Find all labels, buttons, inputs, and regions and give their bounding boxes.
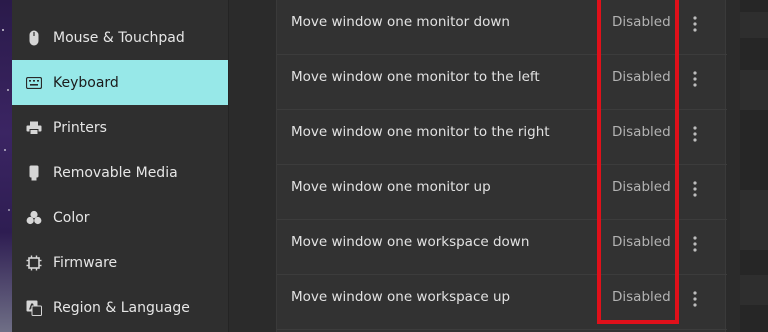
more-options-icon[interactable]: [681, 177, 709, 201]
shortcut-name: Move window one monitor up: [291, 179, 491, 195]
shortcut-name: Move window one monitor to the right: [291, 124, 550, 140]
sidebar-item-label: Removable Media: [53, 164, 178, 181]
sidebar-item-printers[interactable]: Printers: [12, 105, 228, 150]
shortcut-row[interactable]: Move window one workspace up Disabled: [277, 275, 727, 330]
shortcut-value[interactable]: Disabled: [612, 220, 671, 274]
shortcut-list: Move window one monitor down Disabled Mo…: [276, 0, 727, 332]
sidebar-item-removable-media[interactable]: Removable Media: [12, 150, 228, 195]
printer-icon: [26, 120, 42, 136]
shortcut-row[interactable]: Move window one monitor down Disabled: [277, 0, 727, 55]
shortcut-value[interactable]: Disabled: [612, 0, 671, 54]
sidebar-item-mouse-touchpad[interactable]: Mouse & Touchpad: [12, 15, 228, 60]
sidebar-item-keyboard[interactable]: Keyboard: [12, 60, 228, 105]
sidebar-item-label: Printers: [53, 119, 107, 136]
desktop-wallpaper: [0, 0, 12, 332]
shortcut-name: Move window one monitor to the left: [291, 69, 540, 85]
sidebar-item-label: Region & Language: [53, 299, 190, 316]
sidebar-item-region-language[interactable]: A Region & Language: [12, 285, 228, 330]
shortcut-row[interactable]: Move window one monitor up Disabled: [277, 165, 727, 220]
color-icon: [26, 210, 42, 226]
mouse-icon: [26, 30, 42, 46]
shortcut-name: Move window one workspace up: [291, 289, 511, 305]
firmware-icon: [26, 255, 42, 271]
sidebar-item-label: Keyboard: [53, 74, 119, 91]
keyboard-icon: [26, 75, 42, 91]
sidebar-item-label: Mouse & Touchpad: [53, 29, 185, 46]
shortcut-row[interactable]: Move window one workspace down Disabled: [277, 220, 727, 275]
more-options-icon[interactable]: [681, 287, 709, 311]
shortcut-value[interactable]: Disabled: [612, 165, 671, 219]
shortcut-value[interactable]: Disabled: [612, 275, 671, 329]
sidebar-item-firmware[interactable]: Firmware: [12, 240, 228, 285]
more-options-icon[interactable]: [681, 67, 709, 91]
settings-window: Mouse & Touchpad Keyboard Printers Remov…: [0, 0, 768, 332]
more-options-icon[interactable]: [681, 122, 709, 146]
content-gutter: [228, 0, 260, 332]
sidebar-item-color[interactable]: Color: [12, 195, 228, 240]
sidebar: Mouse & Touchpad Keyboard Printers Remov…: [12, 0, 228, 332]
shortcut-row[interactable]: Move window one monitor to the right Dis…: [277, 110, 727, 165]
removable-media-icon: [26, 165, 42, 181]
shortcut-name: Move window one monitor down: [291, 14, 510, 30]
sidebar-item-label: Color: [53, 209, 90, 226]
more-options-icon[interactable]: [681, 12, 709, 36]
shortcut-row[interactable]: Move window one monitor to the left Disa…: [277, 55, 727, 110]
more-options-icon[interactable]: [681, 232, 709, 256]
sidebar-item-label: Firmware: [53, 254, 118, 271]
shortcut-value[interactable]: Disabled: [612, 55, 671, 109]
region-language-icon: A: [26, 300, 42, 316]
shortcut-value[interactable]: Disabled: [612, 110, 671, 164]
adjacent-window-edge: [740, 0, 768, 332]
shortcut-name: Move window one workspace down: [291, 234, 530, 250]
